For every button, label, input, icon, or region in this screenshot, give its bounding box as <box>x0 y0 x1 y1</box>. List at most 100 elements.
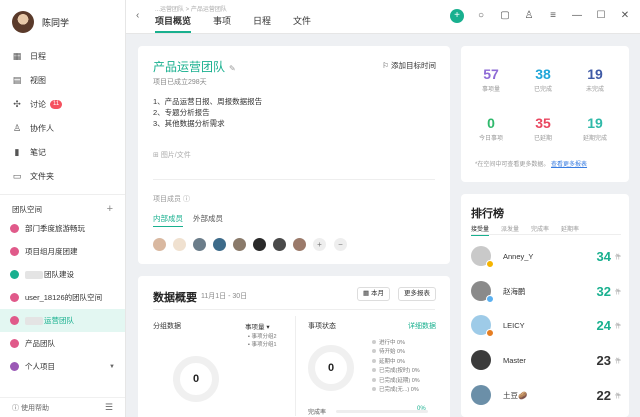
legend-item: ▪ 事项分组2 <box>248 334 277 340</box>
nav-item-folder[interactable]: ▭ 文件夹 <box>0 164 125 188</box>
back-icon[interactable]: ‹ <box>136 10 139 21</box>
member-avatar[interactable] <box>193 238 206 251</box>
stat-today[interactable]: 0 今日事项 <box>465 115 517 142</box>
message-icon[interactable]: ▢ <box>498 9 512 23</box>
project-description[interactable]: 1、产品运营日报、周报数据报告 2、专题分析报告 3、其他数据分析需求 <box>153 96 262 129</box>
group-data-label: 分组数据 <box>153 323 181 330</box>
nav-item-collaborators[interactable]: ♙ 协作人 <box>0 116 125 140</box>
more-reports-button[interactable]: 更多报表 <box>398 287 436 301</box>
stats-card: 57 事项量 38 已完成 19 未完成 0 今日事项 35 已延期 19 延期… <box>461 46 629 182</box>
close-icon[interactable]: ✕ <box>618 9 632 23</box>
leaderboard-row[interactable]: Anney_Y 34 件 <box>471 243 621 269</box>
team-item[interactable]: user_18126的团队空间 <box>0 286 125 309</box>
status-legend: 进行中 0% 待开始 0% 延期中 0% 已完成(按时) 0% 已完成(延期) … <box>372 339 420 395</box>
status-label: 待开始 0% <box>379 349 405 356</box>
team-item[interactable]: 部门季度旅游畅玩 <box>0 217 125 240</box>
tab-overview[interactable]: 项目概览 <box>155 14 192 33</box>
rank-avatar <box>471 315 494 337</box>
completion-progress-bar <box>336 410 428 413</box>
status-item: 待开始 0% <box>372 348 420 357</box>
team-item[interactable]: 团队建设 <box>0 263 125 286</box>
project-title-text: 产品运营团队 <box>153 60 226 74</box>
search-icon[interactable]: ○ <box>474 9 488 23</box>
nav-label: 视图 <box>30 75 46 85</box>
team-space-title: 团队空间 <box>12 204 42 214</box>
edit-icon[interactable]: ✎ <box>229 64 236 73</box>
rank-name: Anney_Y <box>503 251 534 261</box>
status-label: 已完成(无...) 0% <box>379 387 419 394</box>
stat-task-count[interactable]: 57 事项量 <box>465 66 517 93</box>
data-overview-card: 数据概要 11月1日 - 30日 ▦ 本月 更多报表 分组数据 事项量 ▾ ▪ … <box>138 276 450 417</box>
tab-files[interactable]: 文件 <box>293 14 311 33</box>
help-link[interactable]: ⓘ 使用帮助 <box>12 403 49 413</box>
add-member-icon[interactable]: + <box>313 238 326 251</box>
team-item[interactable]: 项目组月度团建 <box>0 240 125 263</box>
desc-line: 3、其他数据分析需求 <box>153 119 225 128</box>
project-title[interactable]: 产品运营团队 ✎ <box>153 58 236 75</box>
member-avatar[interactable] <box>173 238 186 251</box>
team-item[interactable]: 产品团队 <box>0 332 125 355</box>
member-avatar[interactable] <box>253 238 266 251</box>
breadcrumb[interactable]: ...运营团队 > 产品运营团队 <box>155 4 227 13</box>
stat-incomplete[interactable]: 19 未完成 <box>569 66 621 93</box>
status-label: 已完成(按时) 0% <box>379 368 420 375</box>
desc-line: 1、产品运营日报、周报数据报告 <box>153 97 263 106</box>
rank-name: LEICY <box>503 320 525 330</box>
user-profile[interactable]: 陈同学 <box>0 0 125 44</box>
nav-label: 文件夹 <box>30 171 54 181</box>
more-menu-icon[interactable]: ≡ <box>546 9 560 23</box>
member-avatar[interactable] <box>153 238 166 251</box>
nav-item-schedule[interactable]: ▦ 日程 <box>0 44 125 68</box>
status-label: 已完成(延期) 0% <box>379 377 420 384</box>
stat-label: 延期完成 <box>582 136 607 142</box>
add-goal-button[interactable]: ⚐ 添加目标时间 <box>382 60 436 71</box>
tab-internal-members[interactable]: 内部成员 <box>153 213 183 227</box>
nav-item-discussion[interactable]: ✣ 讨论 11 <box>0 92 125 116</box>
team-item[interactable]: 个人项目 ▼ <box>0 355 125 378</box>
user-avatar[interactable] <box>12 11 34 33</box>
add-team-icon[interactable]: + <box>107 203 113 215</box>
maximize-icon[interactable]: ☐ <box>594 9 608 23</box>
member-avatar[interactable] <box>233 238 246 251</box>
nav-item-notes[interactable]: ▮ 笔记 <box>0 140 125 164</box>
group-select[interactable]: 事项量 ▾ <box>245 321 270 331</box>
tab-external-members[interactable]: 外部成员 <box>193 213 223 227</box>
tab-tasks[interactable]: 事项 <box>213 14 231 33</box>
stat-label: 已完成 <box>533 87 552 93</box>
attach-label: 图片/文件 <box>160 152 191 159</box>
month-label: 本月 <box>371 290 384 297</box>
month-button[interactable]: ▦ 本月 <box>357 287 390 301</box>
add-icon[interactable]: + <box>450 9 464 23</box>
more-reports-link[interactable]: 查看更多报表 <box>551 162 587 168</box>
attach-button[interactable]: ⊞ 图片/文件 <box>153 150 191 160</box>
stat-delayed[interactable]: 35 已延期 <box>517 115 569 142</box>
view-icon: ▤ <box>12 75 22 85</box>
stat-delayed-done[interactable]: 19 延期完成 <box>569 115 621 142</box>
member-avatar[interactable] <box>273 238 286 251</box>
members-label: 项目成员 ⓘ <box>153 194 190 204</box>
leaderboard-row[interactable]: LEICY 24 件 <box>471 312 621 338</box>
detail-data-link[interactable]: 详细数据 <box>408 321 436 331</box>
overview-date-range: 11月1日 - 30日 <box>201 293 248 300</box>
member-avatar[interactable] <box>213 238 226 251</box>
minimize-icon[interactable]: — <box>570 9 584 23</box>
info-icon[interactable]: ⓘ <box>183 196 190 203</box>
stat-number: 19 <box>587 115 603 131</box>
divider <box>153 309 435 310</box>
project-card: 产品运营团队 ✎ ⚐ 添加目标时间 项目已成立298天 1、产品运营日报、周报数据… <box>138 46 450 264</box>
stat-completed[interactable]: 38 已完成 <box>517 66 569 93</box>
team-label: user_18126的团队空间 <box>25 293 103 302</box>
menu-icon[interactable]: ☰ <box>105 402 113 413</box>
members-icon[interactable]: ♙ <box>522 9 536 23</box>
leaderboard-row[interactable]: Master 23 件 <box>471 347 621 373</box>
leaderboard-card: 排行榜 接受量 派发量 完成率 延期率 Anney_Y 34 件 赵海鹏 32 … <box>461 194 629 417</box>
nav-item-view[interactable]: ▤ 视图 <box>0 68 125 92</box>
team-icon <box>10 293 19 302</box>
leaderboard-row[interactable]: 土豆🥔 22 件 <box>471 382 621 408</box>
team-item-active[interactable]: 运营团队 <box>0 309 125 332</box>
remove-member-icon[interactable]: − <box>334 238 347 251</box>
tab-schedule[interactable]: 日程 <box>253 14 271 33</box>
caret-down-icon[interactable]: ▼ <box>109 364 115 370</box>
member-avatar[interactable] <box>293 238 306 251</box>
leaderboard-row[interactable]: 赵海鹏 32 件 <box>471 278 621 304</box>
